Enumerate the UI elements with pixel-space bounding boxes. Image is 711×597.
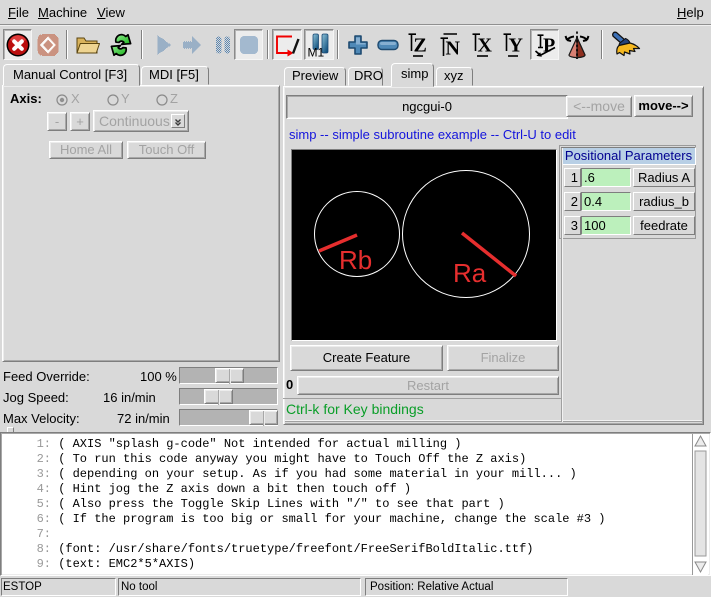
svg-text:M1: M1 bbox=[308, 45, 325, 58]
svg-text:Z: Z bbox=[413, 34, 426, 56]
svg-text:X: X bbox=[477, 34, 492, 56]
svg-text:Ra: Ra bbox=[453, 258, 487, 288]
svg-text:N: N bbox=[445, 37, 460, 58]
svg-text:Rb: Rb bbox=[339, 245, 372, 275]
svg-text:P: P bbox=[543, 34, 555, 56]
svg-text:Y: Y bbox=[508, 34, 523, 56]
